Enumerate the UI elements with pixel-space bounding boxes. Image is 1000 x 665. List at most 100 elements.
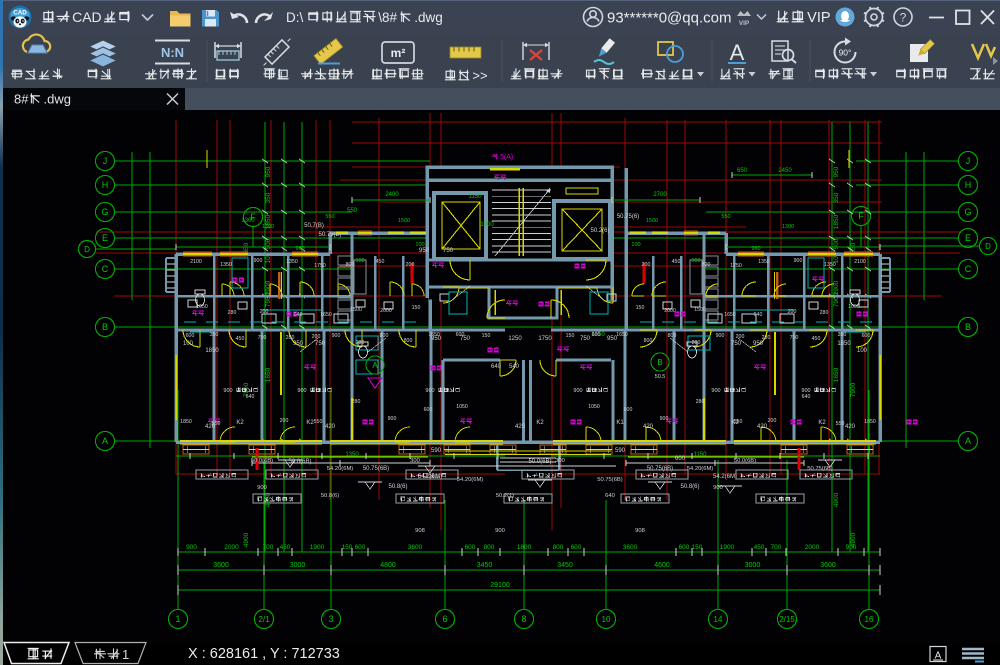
svg-text:800: 800 [346, 262, 355, 268]
svg-text:2/1: 2/1 [258, 615, 270, 624]
svg-text:1: 1 [175, 614, 180, 624]
svg-text:750: 750 [790, 335, 799, 341]
svg-text:640: 640 [294, 312, 303, 318]
svg-text:2450: 2450 [778, 168, 792, 174]
svg-text:450: 450 [754, 544, 765, 551]
svg-text:K1: K1 [616, 420, 624, 426]
svg-text:D: D [84, 245, 90, 254]
svg-text:B: B [657, 358, 662, 367]
svg-text:CAD: CAD [13, 10, 27, 17]
svg-text:1: 1 [122, 647, 129, 662]
svg-text:550: 550 [325, 214, 334, 220]
svg-text:>>: >> [472, 68, 487, 83]
svg-text:280: 280 [696, 399, 705, 405]
svg-text:1850: 1850 [205, 348, 219, 354]
svg-text:K2: K2 [236, 420, 244, 426]
svg-text:3600: 3600 [820, 562, 836, 569]
svg-text:900: 900 [355, 258, 364, 264]
svg-text:1500: 1500 [646, 218, 658, 224]
svg-text:640: 640 [246, 394, 255, 400]
svg-text:8#: 8# [14, 92, 29, 107]
svg-text:640: 640 [491, 364, 502, 370]
svg-text:50.0(6B): 50.0(6B) [528, 459, 551, 465]
svg-text:550: 550 [347, 208, 358, 214]
svg-text:600: 600 [571, 544, 582, 551]
svg-text:54.20(6M): 54.20(6M) [327, 466, 353, 472]
svg-text:800: 800 [380, 333, 389, 339]
svg-text:J: J [103, 156, 108, 166]
svg-text:3600: 3600 [408, 544, 423, 551]
svg-text:.dwg: .dwg [44, 92, 71, 107]
svg-text:150: 150 [636, 305, 645, 311]
svg-text:800: 800 [553, 544, 564, 551]
svg-text:200: 200 [260, 309, 269, 315]
svg-text:F: F [858, 211, 864, 221]
svg-text:1800: 1800 [517, 544, 532, 551]
svg-text:VIP: VIP [807, 10, 830, 26]
svg-text:1050: 1050 [196, 304, 208, 310]
svg-text:280: 280 [286, 335, 295, 341]
svg-text:640: 640 [605, 493, 615, 499]
svg-text:5(A): 5(A) [500, 154, 513, 161]
svg-text:420: 420 [325, 424, 336, 430]
svg-text:550: 550 [314, 419, 323, 425]
svg-text:1050: 1050 [456, 404, 468, 410]
svg-text:C: C [102, 264, 109, 274]
svg-text:350: 350 [265, 192, 272, 203]
svg-text:1350: 1350 [345, 452, 359, 458]
svg-text:1500: 1500 [694, 307, 706, 313]
svg-text:50.8(6): 50.8(6) [680, 484, 699, 490]
svg-text:50.8(6): 50.8(6) [321, 493, 339, 499]
svg-text:H: H [102, 180, 109, 190]
svg-text:420: 420 [643, 424, 654, 430]
svg-text:900: 900 [691, 258, 700, 264]
svg-text:7900: 7900 [850, 382, 857, 397]
svg-text:280: 280 [228, 310, 237, 316]
svg-text:2100: 2100 [854, 259, 866, 265]
svg-text:1050: 1050 [848, 304, 860, 310]
svg-text:1500: 1500 [398, 218, 410, 224]
svg-text:1300: 1300 [241, 218, 255, 224]
svg-text:200: 200 [736, 334, 745, 340]
svg-text:750: 750 [580, 336, 591, 342]
svg-text:1150: 1150 [694, 452, 708, 458]
svg-text:650: 650 [737, 168, 748, 174]
svg-text:1650: 1650 [833, 367, 840, 382]
svg-text:2700: 2700 [653, 192, 667, 198]
svg-text:2000: 2000 [380, 308, 392, 314]
svg-text:A: A [965, 436, 971, 446]
svg-text:1350: 1350 [286, 259, 298, 265]
svg-text:450: 450 [812, 336, 821, 342]
svg-text:450: 450 [376, 259, 385, 265]
svg-text:350: 350 [210, 332, 219, 338]
svg-text:900: 900 [573, 388, 582, 394]
svg-text:54.20(6M): 54.20(6M) [457, 477, 483, 483]
svg-text:1300: 1300 [782, 224, 794, 230]
svg-text:50.75(6): 50.75(6) [617, 214, 639, 220]
svg-text:700: 700 [771, 544, 782, 551]
svg-text:2000: 2000 [664, 308, 676, 314]
svg-text:960: 960 [751, 246, 760, 252]
svg-text:J: J [966, 156, 971, 166]
svg-text:G: G [101, 207, 108, 217]
svg-text:1650: 1650 [428, 332, 440, 338]
svg-text:1650: 1650 [320, 312, 332, 318]
svg-text:900: 900 [254, 258, 263, 264]
svg-text:1050: 1050 [588, 404, 600, 410]
svg-text:450: 450 [236, 336, 245, 342]
svg-text:100: 100 [415, 242, 424, 248]
svg-text:D: D [985, 242, 991, 251]
svg-text:600: 600 [355, 544, 366, 551]
svg-text:750: 750 [731, 341, 742, 347]
svg-text:7900: 7900 [833, 292, 840, 307]
svg-text:1650: 1650 [724, 312, 736, 318]
svg-text:950: 950 [265, 166, 272, 177]
svg-text:50.2(6): 50.2(6) [590, 228, 609, 234]
svg-text:600: 600 [624, 407, 633, 413]
svg-text:950: 950 [833, 166, 840, 177]
svg-text:450: 450 [672, 259, 681, 265]
svg-text:600: 600 [675, 456, 686, 462]
svg-text:B: B [102, 322, 108, 332]
svg-text:280: 280 [692, 340, 701, 346]
svg-text:50.75(6B): 50.75(6B) [363, 466, 389, 472]
